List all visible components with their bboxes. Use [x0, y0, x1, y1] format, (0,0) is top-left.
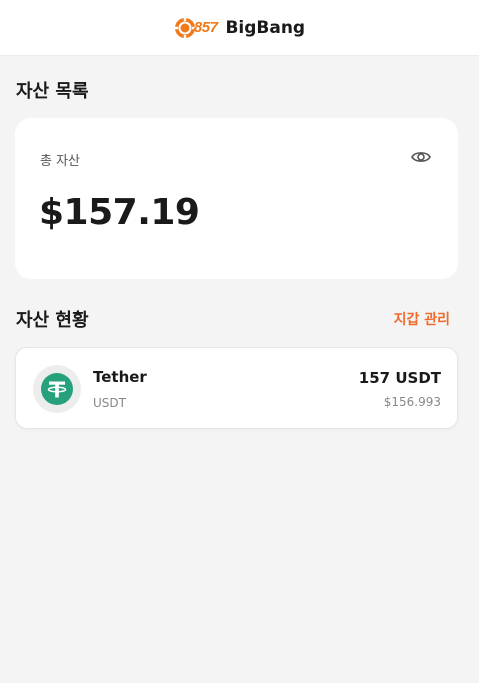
app-header: 857 BigBang	[0, 0, 479, 56]
coin-icon-wrapper	[33, 365, 81, 413]
tether-icon	[41, 373, 73, 405]
logo-chip-icon	[174, 17, 196, 38]
app-title: BigBang	[225, 17, 306, 38]
manage-wallet-link[interactable]: 지갑 관리	[394, 309, 450, 329]
total-assets-card: 총 자산 $157.19	[15, 118, 458, 279]
assets-section-title: 자산 목록	[16, 81, 89, 102]
brand[interactable]: 857 BigBang	[174, 17, 305, 39]
asset-row-tether[interactable]: Tether USDT 157 USDT $156.993	[15, 347, 458, 429]
eye-icon	[411, 152, 431, 162]
toggle-visibility-button[interactable]	[410, 146, 432, 168]
coin-symbol: USDT	[93, 396, 126, 410]
logo: 857	[174, 17, 218, 39]
coin-name: Tether	[93, 368, 147, 386]
coin-amount: 157 USDT	[358, 369, 441, 387]
holdings-section-title: 자산 현황	[16, 310, 89, 331]
total-assets-label: 총 자산	[40, 154, 81, 169]
coin-usd-value: $156.993	[383, 395, 441, 409]
logo-text: 857	[193, 19, 218, 36]
total-assets-value: $157.19	[39, 192, 200, 233]
